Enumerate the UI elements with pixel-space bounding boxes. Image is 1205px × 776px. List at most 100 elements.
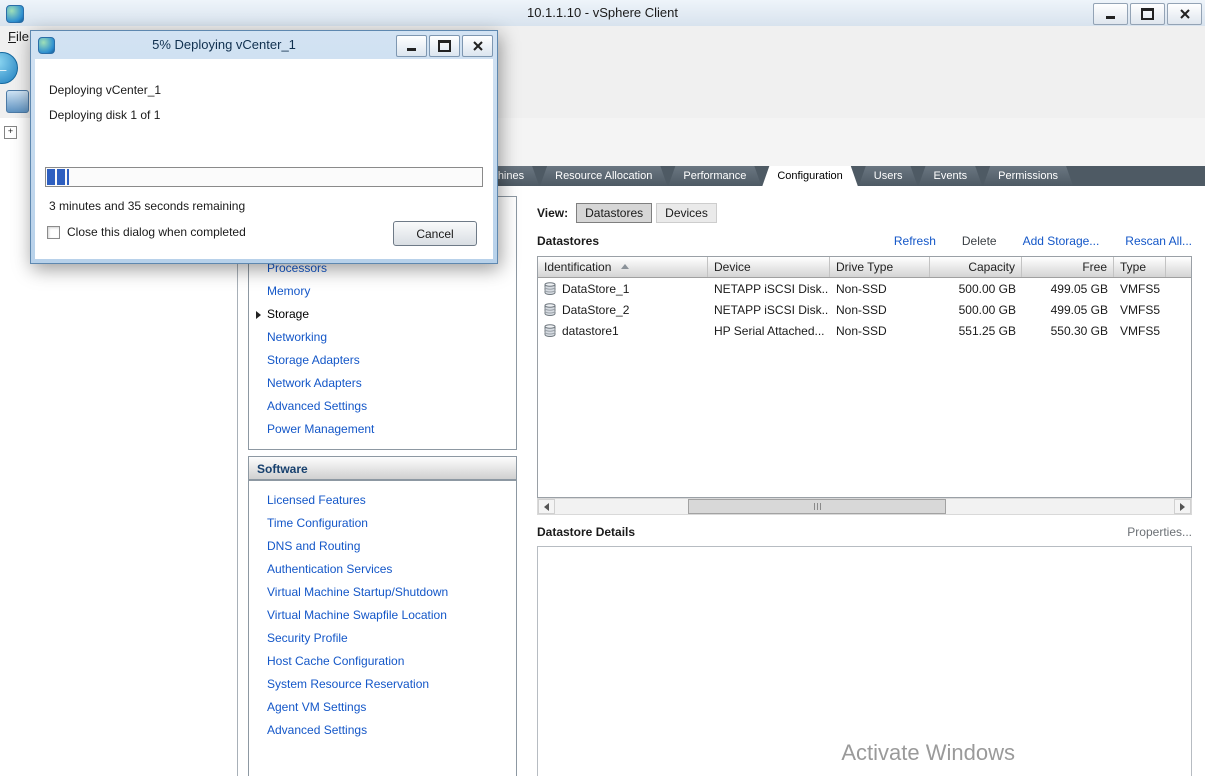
cell-capacity: 551.25 GB bbox=[930, 324, 1022, 338]
cell-capacity: 500.00 GB bbox=[930, 282, 1022, 296]
nav-item-label: Power Management bbox=[267, 422, 374, 436]
close-when-completed-checkbox[interactable] bbox=[47, 226, 60, 239]
column-header-label: Capacity bbox=[968, 260, 1015, 274]
hardware-item-network-adapters[interactable]: Network Adapters bbox=[249, 372, 516, 395]
tab-resource-allocation[interactable]: Resource Allocation bbox=[540, 166, 667, 186]
datastores-table: Identification DeviceDrive Type Capacity Fr… bbox=[537, 256, 1192, 498]
cell-device: NETAPP iSCSI Disk.. bbox=[708, 282, 830, 296]
hardware-item-storage-adapters[interactable]: Storage Adapters bbox=[249, 349, 516, 372]
software-item-host-cache-configuration[interactable]: Host Cache Configuration bbox=[249, 650, 516, 673]
back-button[interactable]: ← bbox=[0, 52, 18, 84]
close-button[interactable] bbox=[1167, 3, 1202, 25]
view-button-datastores[interactable]: Datastores bbox=[576, 203, 652, 223]
dialog-close-button[interactable] bbox=[462, 35, 493, 57]
software-item-dns-and-routing[interactable]: DNS and Routing bbox=[249, 535, 516, 558]
action-delete[interactable]: Delete bbox=[962, 234, 997, 248]
maximize-button[interactable] bbox=[1130, 3, 1165, 25]
column-header-free[interactable]: Free bbox=[1022, 257, 1114, 277]
cell-device: NETAPP iSCSI Disk.. bbox=[708, 303, 830, 317]
column-header-device[interactable]: Device bbox=[708, 257, 830, 277]
nav-item-label: Virtual Machine Startup/Shutdown bbox=[267, 585, 448, 599]
tab-performance[interactable]: Performance bbox=[668, 166, 761, 186]
software-panel: Licensed Features Time Configuration DNS a… bbox=[248, 480, 517, 776]
checkbox-label: Close this dialog when completed bbox=[67, 225, 246, 239]
nav-item-label: DNS and Routing bbox=[267, 539, 360, 553]
column-header-label: Identification bbox=[544, 260, 611, 274]
thumb-grip-icon bbox=[817, 503, 818, 510]
time-remaining-text: 3 minutes and 35 seconds remaining bbox=[49, 199, 245, 213]
column-header-type[interactable]: Type bbox=[1114, 257, 1166, 277]
horizontal-scrollbar[interactable] bbox=[537, 498, 1192, 515]
table-body: DataStore_1NETAPP iSCSI Disk..Non-SSD500… bbox=[538, 278, 1191, 341]
selected-item-arrow-icon bbox=[256, 311, 261, 319]
minimize-button[interactable] bbox=[1093, 3, 1128, 25]
window-titlebar[interactable]: 10.1.1.10 - vSphere Client bbox=[0, 0, 1205, 27]
properties-link[interactable]: Properties... bbox=[1127, 525, 1192, 539]
nav-item-label: Network Adapters bbox=[267, 376, 362, 390]
software-item-agent-vm-settings[interactable]: Agent VM Settings bbox=[249, 696, 516, 719]
software-item-advanced-settings[interactable]: Advanced Settings bbox=[249, 719, 516, 742]
nav-item-label: Licensed Features bbox=[267, 493, 366, 507]
datastores-section-title: Datastores bbox=[537, 234, 599, 248]
hardware-item-networking[interactable]: Networking bbox=[249, 326, 516, 349]
cell-device: HP Serial Attached... bbox=[708, 324, 830, 338]
datastores-header-row: Datastores RefreshDeleteAdd Storage...Re… bbox=[537, 230, 1192, 252]
cell-drive-type: Non-SSD bbox=[830, 303, 930, 317]
dialog-maximize-button[interactable] bbox=[429, 35, 460, 57]
nav-item-label: Authentication Services bbox=[267, 562, 392, 576]
software-item-system-resource-reservation[interactable]: System Resource Reservation bbox=[249, 673, 516, 696]
dialog-titlebar[interactable]: 5% Deploying vCenter_1 bbox=[31, 31, 497, 59]
cancel-button[interactable]: Cancel bbox=[393, 221, 477, 246]
cell-identification: DataStore_2 bbox=[538, 303, 708, 317]
scrollbar-thumb[interactable] bbox=[688, 499, 946, 514]
deploy-dialog: 5% Deploying vCenter_1 Deploying vCenter… bbox=[30, 30, 498, 264]
nav-item-label: Agent VM Settings bbox=[267, 700, 366, 714]
tab-configuration[interactable]: Configuration bbox=[762, 166, 857, 186]
view-button-devices[interactable]: Devices bbox=[656, 203, 717, 223]
nav-item-label: System Resource Reservation bbox=[267, 677, 429, 691]
software-item-security-profile[interactable]: Security Profile bbox=[249, 627, 516, 650]
back-arrow-icon: ← bbox=[0, 60, 10, 77]
software-item-virtual-machine-swapfile-location[interactable]: Virtual Machine Swapfile Location bbox=[249, 604, 516, 627]
tab-events[interactable]: Events bbox=[919, 166, 983, 186]
cell-type: VMFS5 bbox=[1114, 282, 1166, 296]
datastore-actions: Refresh Delete Add Storage... Rescan All... bbox=[894, 234, 1192, 248]
column-header-capacity[interactable]: Capacity bbox=[930, 257, 1022, 277]
dialog-minimize-button[interactable] bbox=[396, 35, 427, 57]
hardware-item-storage[interactable]: Storage bbox=[249, 303, 516, 326]
table-row[interactable]: DataStore_1NETAPP iSCSI Disk..Non-SSD500… bbox=[538, 278, 1191, 299]
dialog-controls bbox=[396, 35, 493, 57]
software-item-authentication-services[interactable]: Authentication Services bbox=[249, 558, 516, 581]
datastore-details-header-row: Datastore Details Properties... bbox=[537, 522, 1192, 542]
table-header-row: Identification DeviceDrive Type Capacity Fr… bbox=[538, 257, 1191, 278]
software-item-virtual-machine-startup-shutdown[interactable]: Virtual Machine Startup/Shutdown bbox=[249, 581, 516, 604]
column-header-drive-type[interactable]: Drive Type bbox=[830, 257, 930, 277]
progress-bar-fill bbox=[47, 169, 69, 185]
action-refresh[interactable]: Refresh bbox=[894, 234, 936, 248]
window-title: 10.1.1.10 - vSphere Client bbox=[0, 5, 1205, 20]
tree-expander-icon[interactable]: + bbox=[4, 126, 17, 139]
minimize-icon bbox=[1106, 16, 1115, 19]
hardware-item-advanced-settings[interactable]: Advanced Settings bbox=[249, 395, 516, 418]
close-when-completed-option[interactable]: Close this dialog when completed bbox=[47, 225, 246, 239]
action-rescan-all[interactable]: Rescan All... bbox=[1125, 234, 1192, 248]
hardware-item-memory[interactable]: Memory bbox=[249, 280, 516, 303]
home-icon[interactable] bbox=[6, 90, 29, 113]
view-switcher: View: DatastoresDevices bbox=[537, 202, 1192, 224]
scroll-right-button[interactable] bbox=[1174, 499, 1191, 514]
hardware-item-power-management[interactable]: Power Management bbox=[249, 418, 516, 441]
action-add-storage[interactable]: Add Storage... bbox=[1023, 234, 1100, 248]
column-header-label: Type bbox=[1120, 260, 1146, 274]
software-item-licensed-features[interactable]: Licensed Features bbox=[249, 489, 516, 512]
nav-item-label: Networking bbox=[267, 330, 327, 344]
tab-users[interactable]: Users bbox=[859, 166, 918, 186]
tab-permissions[interactable]: Permissions bbox=[983, 166, 1073, 186]
table-row[interactable]: datastore1HP Serial Attached...Non-SSD55… bbox=[538, 320, 1191, 341]
table-row[interactable]: DataStore_2NETAPP iSCSI Disk..Non-SSD500… bbox=[538, 299, 1191, 320]
column-header-identification[interactable]: Identification bbox=[538, 257, 708, 277]
nav-item-label: Time Configuration bbox=[267, 516, 368, 530]
nav-item-label: Virtual Machine Swapfile Location bbox=[267, 608, 447, 622]
software-item-time-configuration[interactable]: Time Configuration bbox=[249, 512, 516, 535]
scroll-left-button[interactable] bbox=[538, 499, 555, 514]
nav-item-label: Storage bbox=[267, 307, 309, 321]
